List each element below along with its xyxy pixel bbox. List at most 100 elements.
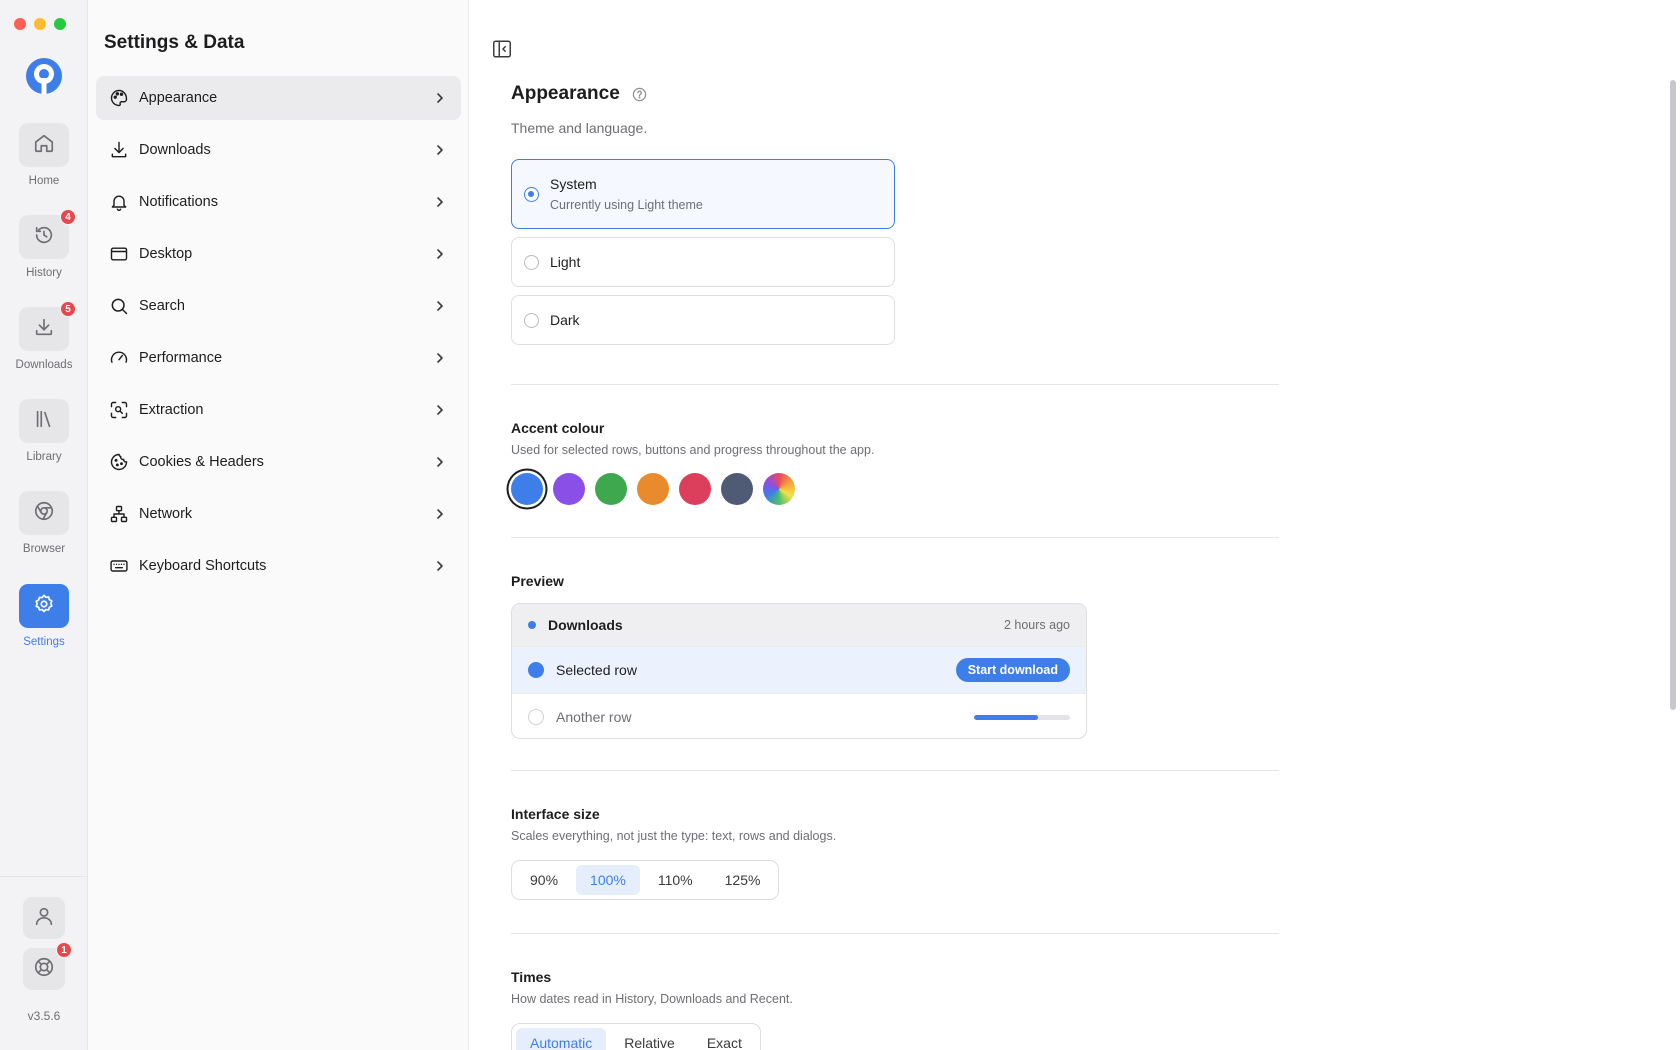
user-icon: [33, 905, 55, 932]
support-badge: 1: [56, 942, 72, 958]
rail-label-downloads: Downloads: [15, 359, 73, 371]
rail-browser-button[interactable]: [19, 491, 69, 535]
size-option-100[interactable]: 100%: [576, 865, 640, 895]
network-icon: [108, 503, 130, 525]
size-option-125[interactable]: 125%: [711, 865, 775, 895]
theme-radio-light[interactable]: [524, 254, 539, 270]
settings-nav-title: Settings & Data: [104, 32, 245, 53]
rail-item-browser[interactable]: Browser: [0, 491, 88, 555]
zoom-window-button[interactable]: [54, 18, 66, 30]
section-divider: [511, 537, 1279, 538]
help-icon[interactable]: [632, 87, 647, 102]
sidebar-toggle-button[interactable]: [491, 38, 513, 60]
nav-item-network[interactable]: Network: [96, 492, 461, 536]
gear-icon: [33, 593, 55, 620]
nav-item-keyboard-shortcuts[interactable]: Keyboard Shortcuts: [96, 544, 461, 588]
theme-radio-system[interactable]: [524, 186, 539, 202]
interface-size-selector: 90% 100% 110% 125%: [511, 860, 780, 900]
nav-item-desktop[interactable]: Desktop: [96, 232, 461, 276]
preview-row-label: Another row: [556, 709, 632, 725]
chevron-right-icon: [433, 455, 447, 469]
theme-option-label: Light: [550, 254, 581, 270]
theme-option-system[interactable]: System Currently using Light theme: [511, 159, 895, 229]
download-progress-bar: [974, 714, 1070, 720]
nav-label-notifications: Notifications: [139, 194, 218, 210]
size-option-90[interactable]: 90%: [516, 865, 572, 895]
nav-label-extraction: Extraction: [139, 402, 204, 418]
preview-header: Downloads 2 hours ago: [512, 604, 1086, 646]
times-option-exact[interactable]: Exact: [693, 1028, 756, 1050]
nav-item-appearance[interactable]: Appearance: [96, 76, 461, 120]
page-subtitle: Theme and language.: [511, 120, 648, 136]
rail-item-settings[interactable]: Settings: [0, 584, 88, 648]
nav-item-performance[interactable]: Performance: [96, 336, 461, 380]
theme-option-label: System: [550, 176, 597, 192]
close-window-button[interactable]: [14, 18, 26, 30]
preview-row-label: Selected row: [556, 662, 637, 678]
help-support-button[interactable]: 1: [23, 942, 72, 990]
page-title: Appearance: [511, 83, 620, 104]
accent-title: Accent colour: [511, 420, 605, 436]
rail-item-home[interactable]: Home: [0, 123, 88, 187]
chevron-right-icon: [433, 195, 447, 209]
chevron-right-icon: [433, 91, 447, 105]
search-icon: [108, 295, 130, 317]
sidebar-collapse-icon: [491, 40, 513, 64]
accent-swatch-slate[interactable]: [721, 473, 753, 505]
nav-item-notifications[interactable]: Notifications: [96, 180, 461, 224]
nav-item-extraction[interactable]: Extraction: [96, 388, 461, 432]
row-radio-selected[interactable]: [528, 662, 544, 678]
times-option-relative[interactable]: Relative: [610, 1028, 689, 1050]
rail-home-button[interactable]: [19, 123, 69, 167]
times-option-automatic[interactable]: Automatic: [516, 1028, 607, 1050]
chevron-right-icon: [433, 351, 447, 365]
download-icon: [108, 139, 130, 161]
section-divider: [511, 384, 1279, 385]
theme-option-light[interactable]: Light: [511, 237, 895, 287]
preview-other-row[interactable]: Another row: [512, 693, 1086, 738]
rail-item-library[interactable]: Library: [0, 399, 88, 463]
rail-item-history[interactable]: 4 History: [0, 209, 88, 279]
chevron-right-icon: [433, 299, 447, 313]
account-button[interactable]: [23, 897, 65, 939]
preview-selected-row[interactable]: Selected row Start download: [512, 646, 1086, 693]
size-option-110[interactable]: 110%: [644, 865, 707, 895]
rail-downloads-button[interactable]: 5: [19, 301, 76, 351]
accent-swatch-orange[interactable]: [637, 473, 669, 505]
nav-label-desktop: Desktop: [139, 246, 193, 262]
row-radio[interactable]: [528, 709, 544, 725]
chevron-right-icon: [433, 403, 447, 417]
gauge-icon: [108, 347, 130, 369]
browser-icon: [33, 500, 55, 527]
download-progress-fill: [974, 714, 1039, 720]
nav-item-downloads[interactable]: Downloads: [96, 128, 461, 172]
settings-nav: Settings & Data Appearance Downloads Not…: [88, 0, 469, 1050]
rail-label-history: History: [26, 267, 62, 279]
rail-settings-button[interactable]: [19, 584, 69, 628]
theme-option-dark[interactable]: Dark: [511, 295, 895, 345]
nav-item-cookies-headers[interactable]: Cookies & Headers: [96, 440, 461, 484]
start-download-button[interactable]: Start download: [955, 658, 1070, 682]
rail-history-button[interactable]: 4: [19, 209, 76, 259]
appearance-heading: Appearance: [511, 83, 647, 105]
accent-swatch-purple[interactable]: [553, 473, 585, 505]
accent-swatch-red[interactable]: [679, 473, 711, 505]
nav-item-search[interactable]: Search: [96, 284, 461, 328]
app-logo: [24, 56, 64, 96]
accent-swatch-blue[interactable]: [511, 473, 543, 505]
accent-swatch-multicolor[interactable]: [763, 473, 795, 505]
preview-header-title: Downloads: [548, 617, 623, 633]
window-icon: [108, 243, 130, 265]
rail-label-home: Home: [28, 175, 60, 187]
scrollbar[interactable]: [1670, 80, 1676, 710]
accent-swatch-green[interactable]: [595, 473, 627, 505]
preview-timestamp: 2 hours ago: [1003, 618, 1070, 632]
rail-item-downloads[interactable]: 5 Downloads: [0, 301, 88, 371]
accent-subtitle: Used for selected rows, buttons and prog…: [511, 443, 875, 457]
app-rail: Home 4 History 5 Downloads Library Brows…: [0, 0, 88, 1050]
chevron-right-icon: [433, 143, 447, 157]
library-icon: [33, 408, 55, 435]
rail-library-button[interactable]: [19, 399, 69, 443]
minimize-window-button[interactable]: [34, 18, 46, 30]
theme-radio-dark[interactable]: [524, 312, 539, 328]
